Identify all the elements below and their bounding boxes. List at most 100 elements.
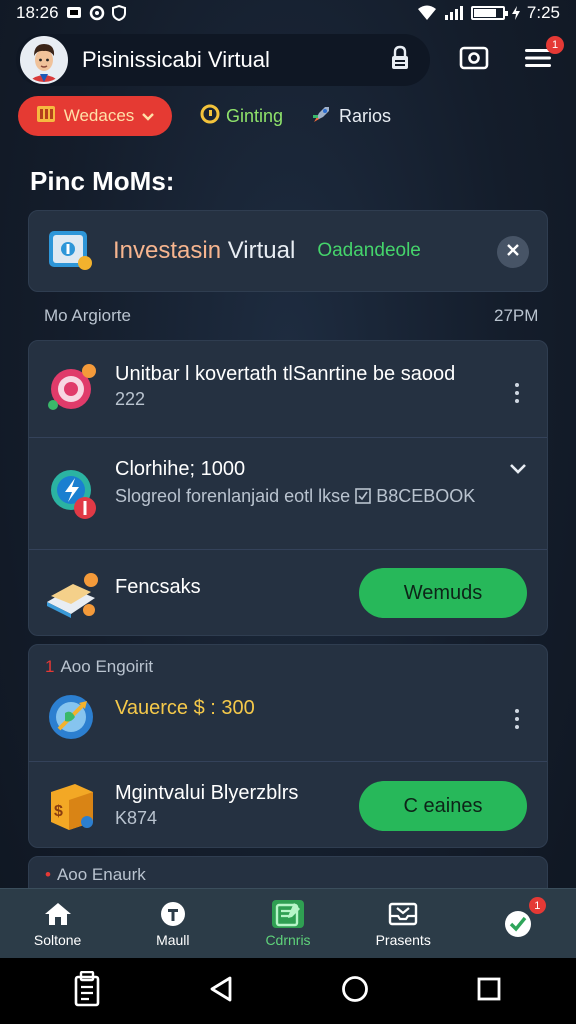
status-bar: 18:26 7:25 (0, 0, 576, 26)
list-item[interactable]: Unitbar l kovertath tlSanrtine be saood … (29, 341, 547, 437)
menu-button[interactable]: 1 (518, 36, 564, 80)
more-options-button[interactable] (511, 707, 523, 731)
group-marker: • (45, 865, 51, 884)
list-item[interactable]: Clorhihe; 1000 Slogreol forenlanjaid eot… (29, 437, 547, 549)
charging-icon (511, 6, 520, 20)
camera-icon (459, 45, 489, 76)
globe-icon (45, 689, 101, 745)
system-navigation-bar (0, 958, 576, 1024)
list-item-code: B8CEBOOK (376, 486, 476, 506)
chip-label: Ginting (226, 105, 284, 126)
camera-button[interactable] (454, 40, 494, 80)
chip-label: Rarios (339, 105, 392, 126)
filter-chips: Wedaces Ginting Rarios (18, 96, 391, 136)
status-time-left: 18:26 (16, 3, 59, 22)
section-title: Pinc MoMs: (30, 166, 175, 196)
lock-icon (390, 45, 410, 76)
list-item[interactable]: Vauerce $ : 300 (29, 681, 547, 761)
list-item[interactable]: $ Mgintvalui Blyerzblrs K874 C eaines (29, 761, 547, 849)
activity-list: Unitbar l kovertath tlSanrtine be saood … (28, 340, 548, 636)
chip-label: Wedaces (63, 106, 135, 125)
list-item-title: Mgintvalui Blyerzblrs (115, 782, 299, 804)
coin-icon (200, 104, 220, 129)
checkbox-icon (355, 488, 371, 509)
group-marker: 1 (45, 657, 55, 676)
nav-item-cdrnris[interactable]: Cdrnris (230, 889, 345, 958)
list-meta-time: 27PM (494, 306, 539, 325)
lock-button[interactable] (380, 40, 420, 80)
sync-icon (89, 5, 105, 21)
list-item-title: Clorhihe; 1000 (115, 458, 246, 480)
books-icon (45, 566, 101, 622)
nav-label: Soltone (33, 931, 82, 948)
home-key[interactable] (331, 967, 379, 1015)
list-item-subtitle: Slogreol forenlanjaid eotl lkse B8CEBOOK (115, 486, 475, 509)
group-label-text: Aoo Engoirit (60, 657, 154, 676)
home-icon (42, 900, 74, 928)
balance-value: Vauerce $ : 300 (115, 697, 255, 719)
exchange-icon (45, 466, 101, 522)
chevron-down-icon (142, 106, 155, 126)
list-meta-label: Mo Argiorte (44, 306, 131, 325)
chip-wedaces[interactable]: Wedaces (18, 96, 172, 136)
shield-icon (157, 900, 189, 928)
inbox-icon (387, 900, 419, 928)
list-item-subtitle: K874 (115, 808, 158, 828)
app-header: Pisinissicabi Virtual (16, 34, 430, 86)
rocket-icon (311, 103, 333, 130)
gift-box-icon: $ (45, 778, 101, 834)
app-title: Pisinissicabi Virtual (82, 47, 270, 72)
bottom-navigation: Soltone Maull Cdrnris Prasents 1 (0, 888, 576, 958)
signal-icon (444, 5, 464, 21)
notification-badge: 1 (546, 36, 564, 54)
banner-title-part1: Investasin (113, 237, 222, 264)
close-banner-button[interactable] (497, 236, 529, 268)
nav-label: Maull (156, 931, 190, 948)
shield-status-icon (111, 5, 126, 21)
screenshot-icon (72, 970, 102, 1012)
group-label: 1 Aoo Engoirit (45, 657, 153, 677)
group-label: • Aoo Enaurk (45, 865, 146, 885)
wemuds-button[interactable]: Wemuds (359, 568, 527, 618)
nav-item-maull[interactable]: Maull (115, 889, 230, 958)
close-icon (506, 243, 520, 262)
wifi-icon (417, 5, 437, 21)
chip-rarios[interactable]: Rarios (311, 103, 391, 130)
recent-apps-key[interactable] (63, 967, 111, 1015)
promo-banner[interactable]: Investasin Virtual Oadandeole (28, 210, 548, 292)
group-label-text: Aoo Enaurk (56, 865, 146, 884)
square-icon (476, 976, 502, 1007)
notification-badge: 1 (528, 897, 546, 914)
clipboard-icon (272, 899, 304, 928)
expand-chevron-icon[interactable] (509, 462, 527, 480)
list-item-subtitle: 222 (115, 389, 146, 409)
ceaines-button[interactable]: C eaines (359, 781, 527, 831)
battery-icon (470, 6, 508, 20)
banner-title-part2: Virtual (221, 237, 296, 264)
back-triangle-icon (208, 975, 234, 1008)
nav-item-check[interactable]: 1 (461, 889, 576, 958)
grid-icon (36, 105, 56, 128)
home-circle-icon (341, 975, 369, 1008)
check-badge-icon (502, 910, 534, 938)
overview-key[interactable] (465, 967, 513, 1015)
nav-item-soltone[interactable]: Soltone (0, 889, 115, 958)
svg-text:$: $ (54, 803, 63, 820)
banner-link[interactable]: Oadandeole (317, 240, 421, 262)
list-item[interactable]: Fencsaks Wemuds (29, 549, 547, 637)
message-icon (66, 5, 82, 21)
back-key[interactable] (197, 967, 245, 1015)
avatar[interactable] (20, 36, 68, 84)
chip-ginting[interactable]: Ginting (200, 104, 283, 129)
nav-item-prasents[interactable]: Prasents (346, 889, 461, 958)
list-item-title: Unitbar l kovertath tlSanrtine be saood (115, 363, 456, 385)
list-item-title: Fencsaks (115, 576, 201, 598)
wallet-icon (47, 225, 93, 278)
list-item-subtitle-text: Slogreol forenlanjaid eotl lkse (115, 486, 351, 506)
nav-label: Cdrnris (265, 931, 311, 948)
status-time-right: 7:25 (526, 3, 560, 22)
target-icon (45, 359, 101, 415)
banner-title: Investasin Virtual (113, 237, 295, 265)
nav-label: Prasents (375, 931, 431, 948)
more-options-button[interactable] (511, 381, 523, 405)
